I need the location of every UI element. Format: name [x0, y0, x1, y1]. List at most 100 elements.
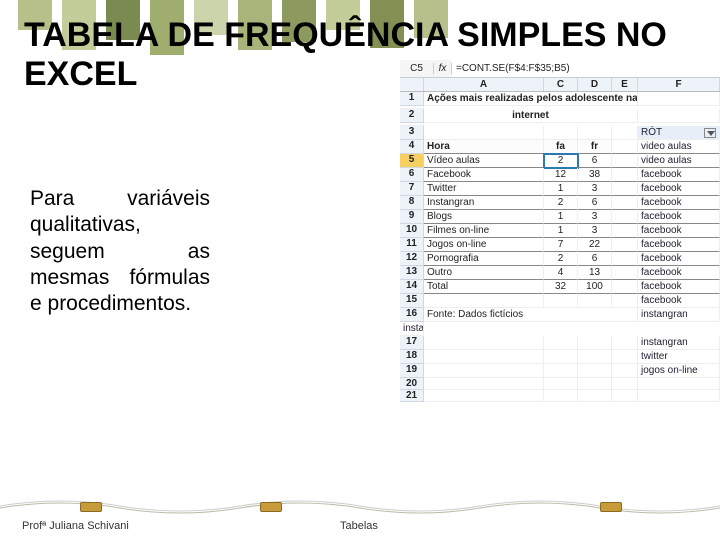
cell	[612, 364, 638, 378]
cell: 1	[544, 224, 578, 238]
row-header: 16	[400, 308, 424, 322]
cell: video aulas	[638, 140, 720, 154]
cell: 6	[578, 252, 612, 266]
column-headers: A C D E F	[400, 78, 720, 92]
cell	[424, 350, 544, 364]
chevron-down-icon	[704, 128, 716, 138]
col-A: A	[424, 78, 544, 91]
cell	[612, 390, 638, 402]
col-E: E	[612, 78, 638, 91]
footer-marker	[600, 502, 622, 512]
row-header: 19	[400, 364, 424, 378]
row-header: 3	[400, 126, 424, 140]
cell: 7	[544, 238, 578, 252]
cell: 3	[578, 224, 612, 238]
cell: Hora	[424, 140, 544, 154]
cell: Vídeo aulas	[424, 154, 544, 168]
excel-grid: 1 Ações mais realizadas pelos adolescente…	[400, 92, 720, 402]
cell: 4	[544, 266, 578, 280]
cell: facebook	[638, 210, 720, 224]
row-header: 21	[400, 390, 424, 402]
cell: 6	[578, 196, 612, 210]
cell: Instangran	[424, 196, 544, 210]
table-row: 1Ações mais realizadas pelos adolescente…	[400, 92, 720, 109]
row-header: 15	[400, 294, 424, 308]
row-header: 12	[400, 252, 424, 266]
table-row: 14Total32100facebook	[400, 280, 720, 294]
footer-marker	[80, 502, 102, 512]
table-row: 19jogos on-line	[400, 364, 720, 378]
cell	[424, 390, 544, 402]
cell	[612, 182, 638, 196]
cell	[612, 140, 638, 154]
cell	[544, 126, 578, 140]
cell: Outro	[424, 266, 544, 280]
cell: fr	[578, 140, 612, 154]
cell	[638, 92, 720, 106]
row-header: 13	[400, 266, 424, 280]
cell: 22	[578, 238, 612, 252]
cell	[612, 266, 638, 280]
footer-center: Tabelas	[340, 520, 378, 532]
row-header: 5	[400, 154, 424, 168]
cell: Ações mais realizadas pelos adolescente …	[424, 92, 638, 106]
cell	[612, 252, 638, 266]
cell	[638, 378, 720, 390]
table-row: 11Jogos on-line722facebook	[400, 238, 720, 252]
cell	[612, 168, 638, 182]
cell	[544, 390, 578, 402]
col-C: C	[544, 78, 578, 91]
cell	[544, 350, 578, 364]
row-header: 9	[400, 210, 424, 224]
cell	[424, 294, 544, 308]
cell: twitter	[638, 350, 720, 364]
cell: video aulas	[638, 154, 720, 168]
cell	[424, 126, 544, 140]
table-row: 16Fonte: Dados fictíciosinstangraninstan…	[400, 308, 720, 336]
cell	[612, 280, 638, 294]
cell: 3	[578, 182, 612, 196]
cell	[638, 109, 720, 123]
cell: facebook	[638, 182, 720, 196]
fx-icon: fx	[434, 63, 452, 74]
cell: facebook	[638, 224, 720, 238]
table-row: 12Pornografia26facebook	[400, 252, 720, 266]
cell	[544, 378, 578, 390]
cell: facebook	[638, 252, 720, 266]
cell	[612, 210, 638, 224]
cell: RÓT	[638, 126, 720, 140]
cell: 13	[578, 266, 612, 280]
cell: 12	[544, 168, 578, 182]
cell: 32	[544, 280, 578, 294]
slide-footer: Profª Juliana Schivani Tabelas	[0, 494, 720, 534]
table-row: 10Filmes on-line13facebook	[400, 224, 720, 238]
table-row: 13Outro413facebook	[400, 266, 720, 280]
cell	[612, 126, 638, 140]
cell: facebook	[638, 168, 720, 182]
cell	[578, 350, 612, 364]
cell: instangran	[638, 308, 720, 322]
cell: 1	[544, 182, 578, 196]
cell: Total	[424, 280, 544, 294]
table-row: 3 RÓT	[400, 126, 720, 140]
table-row: 17instangran	[400, 336, 720, 350]
table-row: 2internet	[400, 109, 720, 126]
cell	[612, 378, 638, 390]
cell	[612, 294, 638, 308]
table-row: 9Blogs13facebook	[400, 210, 720, 224]
cell	[578, 390, 612, 402]
row-header: 18	[400, 350, 424, 364]
cell	[612, 196, 638, 210]
cell: instangran	[638, 336, 720, 350]
table-row: 4Horafafrvideo aulas	[400, 140, 720, 154]
cell	[578, 294, 612, 308]
cell: Pornografia	[424, 252, 544, 266]
cell	[612, 224, 638, 238]
cell: instangran	[400, 322, 424, 336]
cell	[612, 336, 638, 350]
cell: 100	[578, 280, 612, 294]
table-row: 15facebook	[400, 294, 720, 308]
cell: facebook	[638, 280, 720, 294]
cell: Blogs	[424, 210, 544, 224]
col-D: D	[578, 78, 612, 91]
